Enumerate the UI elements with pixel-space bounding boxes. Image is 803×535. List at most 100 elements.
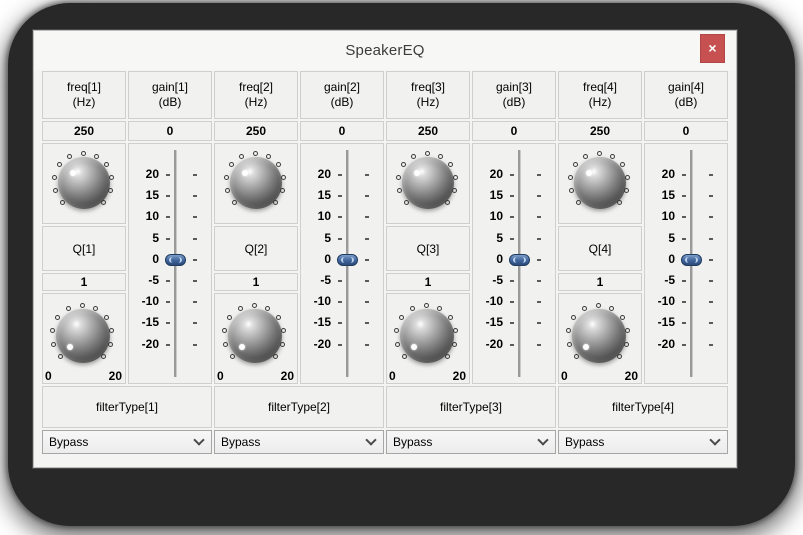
knob-tick-mark [625, 174, 631, 180]
q-label: Q[4] [588, 241, 612, 256]
gain-tick-mark [510, 195, 514, 198]
filter-type-value: Bypass [393, 435, 433, 449]
knob-tick-mark [565, 327, 571, 333]
knob-tick-mark [568, 188, 574, 194]
gain-tick-mark [682, 195, 686, 198]
knob-tick-mark [229, 162, 235, 168]
filtertype-label-row: filterType[1] filterType[2] filterType[3… [41, 385, 729, 429]
param-header-cell: freq[1] (Hz) [42, 71, 126, 119]
gain-tick-mark [193, 195, 197, 198]
filter-type-dropdown[interactable]: Bypass [386, 430, 556, 454]
gain-slider-handle[interactable] [337, 253, 358, 266]
q-scale-min: 0 [45, 369, 52, 383]
q-value: 1 [80, 275, 88, 289]
knob-tick-mark [411, 153, 417, 159]
filtertype-dropdown-row: Bypass Bypass Bypass Bypass [41, 429, 729, 455]
q-knob-cell: 0 20 [42, 293, 126, 384]
window-title: SpeakerEQ [345, 42, 425, 59]
gain-tick-mark [537, 195, 541, 198]
gain-tick-mark [682, 301, 686, 304]
knob-tick-mark [575, 200, 581, 205]
gain-tick-mark [193, 343, 197, 346]
dropdown-cell: Bypass [213, 429, 385, 455]
freq-knob[interactable] [387, 144, 469, 223]
gain-tick-mark [709, 322, 713, 325]
freq-q-stack: Q[3] 1 0 20 [385, 142, 471, 385]
param-value-cell: 0 [472, 121, 556, 141]
gain-tick-label: 0 [496, 251, 503, 266]
gain-tick-label: -10 [313, 294, 331, 309]
param-header-cell: gain[3] (dB) [472, 71, 556, 119]
gain-slider-handle[interactable] [165, 253, 186, 266]
gain-slider-handle[interactable] [509, 253, 530, 266]
gain-tick-label: 5 [324, 230, 331, 245]
q-label: Q[2] [244, 241, 268, 256]
freq-knob[interactable] [215, 144, 297, 223]
knob-tick-mark [108, 341, 114, 347]
filter-type-dropdown[interactable]: Bypass [558, 430, 728, 454]
gain-tick-mark [537, 280, 541, 282]
param-name: gain[1] [151, 80, 189, 94]
knob-tick-mark [624, 188, 630, 194]
knob-tick-mark [79, 302, 85, 308]
gain-tick-mark [338, 195, 342, 198]
gain-tick-mark [709, 216, 713, 219]
gain-tick-mark [510, 322, 514, 325]
gain-tick-label: 20 [489, 167, 503, 181]
knob-tick-mark [583, 153, 589, 159]
gain-tick-mark [537, 322, 541, 325]
filter-type-dropdown[interactable]: Bypass [42, 430, 212, 454]
gain-tick-mark [709, 258, 713, 261]
gain-tick-label: -20 [141, 336, 159, 351]
gain-tick-mark [166, 301, 170, 304]
gain-tick-mark [193, 322, 197, 325]
close-button[interactable]: × [700, 34, 725, 63]
q-value: 1 [596, 275, 604, 289]
titlebar[interactable]: SpeakerEQ × [34, 31, 736, 70]
gain-tick-mark [682, 322, 686, 325]
knob-tick-mark [67, 153, 73, 159]
knob-tick-mark [447, 314, 453, 320]
gain-tick-mark [365, 322, 369, 325]
knob-tick-mark [227, 314, 233, 320]
param-name: gain[3] [495, 80, 533, 94]
screenshot-stage: SpeakerEQ × freq[1] (Hz) gain[1] (dB) fr… [0, 0, 803, 535]
param-name: gain[4] [667, 80, 705, 94]
param-unit: (Hz) [588, 95, 612, 109]
gain-tick-label: 0 [668, 251, 675, 266]
gain-tick-label: 5 [496, 230, 503, 245]
freq-knob[interactable] [43, 144, 125, 223]
gain-slider-cell: 20 15 10 5 0 -5 -10 -15 -20 [300, 143, 384, 384]
filter-type-value: Bypass [221, 435, 261, 449]
gain-tick-mark [709, 343, 713, 346]
knob-tick-mark [65, 305, 71, 311]
gain-tick-label: 15 [489, 188, 503, 203]
chevron-down-icon [709, 434, 721, 446]
param-value-cell: 250 [214, 121, 298, 141]
knob-tick-mark [619, 162, 625, 168]
filter-type-value: Bypass [565, 435, 605, 449]
close-icon: × [708, 40, 717, 56]
freq-q-stack: Q[1] 1 0 20 [41, 142, 127, 385]
gain-tick-mark [709, 174, 713, 176]
filter-type-dropdown[interactable]: Bypass [214, 430, 384, 454]
gain-tick-mark [510, 174, 514, 176]
gain-slider-handle[interactable] [681, 253, 702, 266]
knob-tick-mark [109, 174, 115, 180]
param-value: 250 [73, 124, 95, 138]
param-value: 0 [338, 124, 346, 138]
gain-tick-mark [338, 216, 342, 219]
freq-knob[interactable] [559, 144, 641, 223]
q-label-cell: Q[4] [558, 226, 642, 271]
q-value-cell: 1 [214, 273, 298, 291]
knob-tick-mark [573, 162, 579, 168]
knob-tick-mark [445, 200, 450, 205]
freq-knob-cell [386, 143, 470, 224]
gain-tick-mark [166, 322, 170, 325]
gain-tick-label: 15 [661, 188, 675, 203]
knob-tick-mark [453, 174, 459, 180]
param-unit: (Hz) [244, 95, 268, 109]
gain-tick-mark [365, 237, 369, 240]
knob-tick-mark [609, 153, 615, 159]
knob-tick-mark [101, 200, 106, 205]
